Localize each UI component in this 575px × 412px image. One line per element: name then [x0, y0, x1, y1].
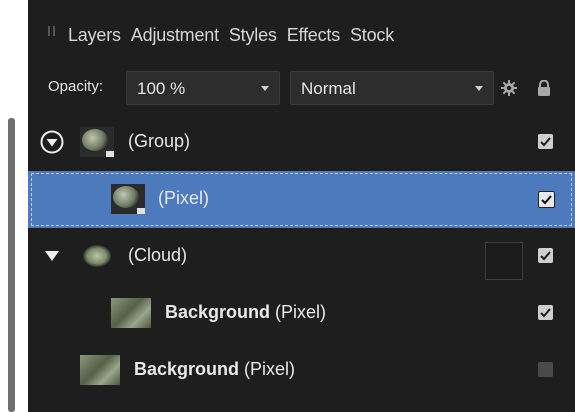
- layer-name: (Cloud): [128, 245, 188, 265]
- visibility-checkbox[interactable]: [538, 305, 553, 320]
- visibility-checkbox[interactable]: [538, 248, 553, 263]
- layer-row-background-nested[interactable]: Background (Pixel): [28, 285, 575, 342]
- layer-color-swatch[interactable]: [485, 242, 523, 280]
- tab-adjustment[interactable]: Adjustment: [131, 25, 219, 46]
- drag-grip-icon[interactable]: [48, 26, 56, 36]
- gear-icon[interactable]: [501, 80, 517, 96]
- opacity-label: Opacity:: [48, 78, 104, 95]
- layer-thumbnail: [111, 298, 151, 328]
- layers-panel: Layers Adjustment Styles Effects Stock O…: [28, 0, 575, 412]
- layer-row-background[interactable]: Background (Pixel): [28, 342, 575, 399]
- expand-toggle-icon[interactable]: [40, 130, 64, 154]
- scrollbar-thumb[interactable]: [8, 118, 15, 412]
- layer-thumbnail: [80, 241, 114, 271]
- chevron-down-icon: [261, 86, 269, 91]
- left-edge: [0, 0, 28, 412]
- layer-row-pixel[interactable]: (Pixel): [28, 171, 575, 228]
- layer-name: (Group): [128, 131, 191, 151]
- tab-bar: Layers Adjustment Styles Effects Stock: [28, 0, 575, 60]
- visibility-checkbox[interactable]: [538, 362, 553, 377]
- layer-name: (Pixel): [158, 188, 210, 208]
- tab-stock[interactable]: Stock: [350, 25, 394, 46]
- tab-effects[interactable]: Effects: [287, 25, 340, 46]
- tab-styles[interactable]: Styles: [229, 25, 277, 46]
- blend-mode-value: Normal: [301, 79, 356, 98]
- chevron-down-icon: [475, 86, 483, 91]
- opacity-value: 100 %: [137, 79, 186, 98]
- lock-icon[interactable]: [537, 80, 551, 96]
- layer-thumbnail: [111, 184, 145, 214]
- layer-name: Background (Pixel): [134, 359, 296, 379]
- layer-thumbnail: [80, 127, 114, 157]
- layer-row-group[interactable]: (Group): [28, 114, 575, 171]
- blend-mode-dropdown[interactable]: Normal: [290, 71, 494, 105]
- layer-thumbnail: [80, 355, 120, 385]
- opacity-dropdown[interactable]: 100 %: [126, 71, 280, 105]
- visibility-checkbox[interactable]: [538, 191, 555, 208]
- expand-arrow-icon[interactable]: [44, 248, 60, 264]
- layer-name: Background (Pixel): [165, 302, 327, 322]
- tab-layers[interactable]: Layers: [68, 25, 121, 46]
- visibility-checkbox[interactable]: [538, 134, 553, 149]
